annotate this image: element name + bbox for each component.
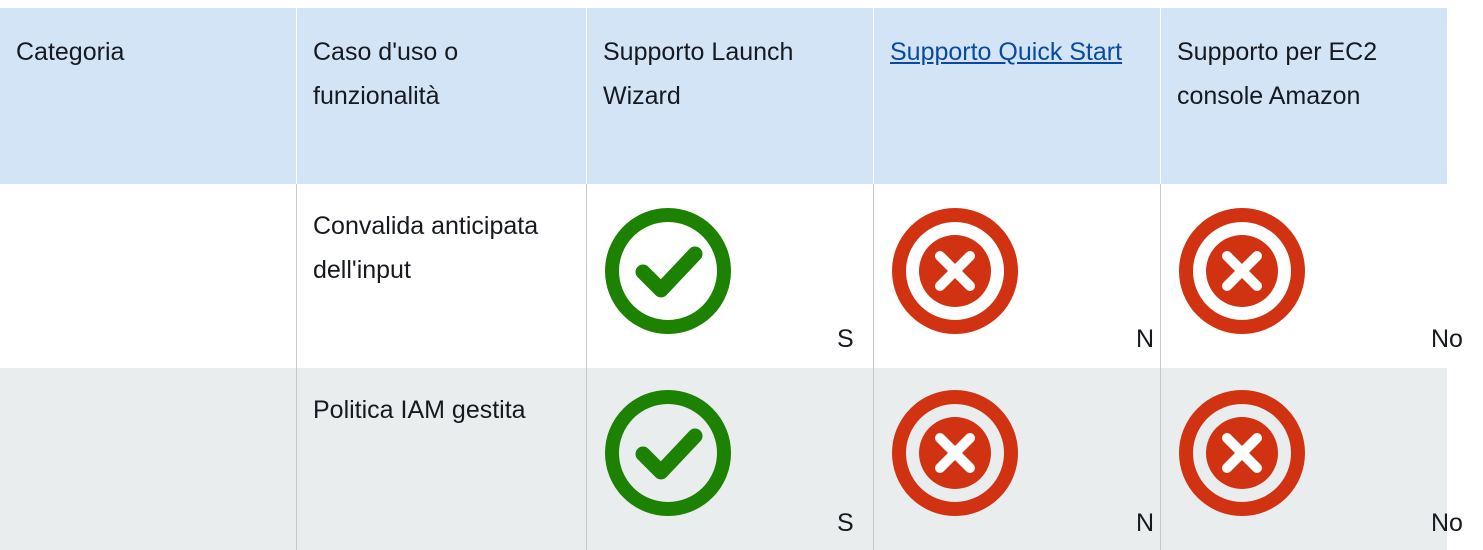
x-circle-icon: [892, 390, 1018, 516]
launch-wizard-value: S: [837, 325, 854, 353]
header-quick-start: Supporto Quick Start: [873, 8, 1160, 184]
launch-wizard-cell: S: [586, 368, 873, 550]
x-circle-icon: [1179, 390, 1305, 516]
table-row: Politica IAM gestita S N No: [0, 368, 1463, 550]
launch-wizard-cell: S: [586, 184, 873, 368]
quick-start-cell: N: [873, 184, 1160, 368]
ec2-console-value: No: [1431, 325, 1463, 353]
quick-start-value: N: [1136, 509, 1155, 537]
x-circle-icon: [892, 208, 1018, 334]
launch-wizard-value: S: [837, 509, 854, 537]
header-ec2-console: Supporto per EC2 console Amazon: [1160, 8, 1447, 184]
comparison-table: Categoria Caso d'uso o funzionalità Supp…: [0, 0, 1463, 550]
row-category: [0, 368, 296, 550]
ec2-console-value: No: [1431, 509, 1463, 537]
row-category: [0, 184, 296, 368]
header-caso-uso: Caso d'uso o funzionalità: [296, 8, 586, 184]
quick-start-value: N: [1136, 325, 1155, 353]
row-feature: Convalida anticipata dell'input: [296, 184, 586, 368]
table-row: Convalida anticipata dell'input S N No: [0, 184, 1463, 368]
header-categoria: Categoria: [16, 38, 125, 66]
quick-start-link[interactable]: Supporto Quick Start: [890, 38, 1122, 66]
ec2-console-cell: No: [1160, 368, 1463, 550]
ec2-console-cell: No: [1160, 184, 1463, 368]
header-launch-wizard: Supporto Launch Wizard: [586, 8, 873, 184]
quick-start-cell: N: [873, 368, 1160, 550]
x-circle-icon: [1179, 208, 1305, 334]
row-feature: Politica IAM gestita: [296, 368, 586, 550]
check-circle-icon: [605, 208, 731, 334]
table-header-row: Categoria Caso d'uso o funzionalità Supp…: [0, 8, 1447, 184]
check-circle-icon: [605, 390, 731, 516]
